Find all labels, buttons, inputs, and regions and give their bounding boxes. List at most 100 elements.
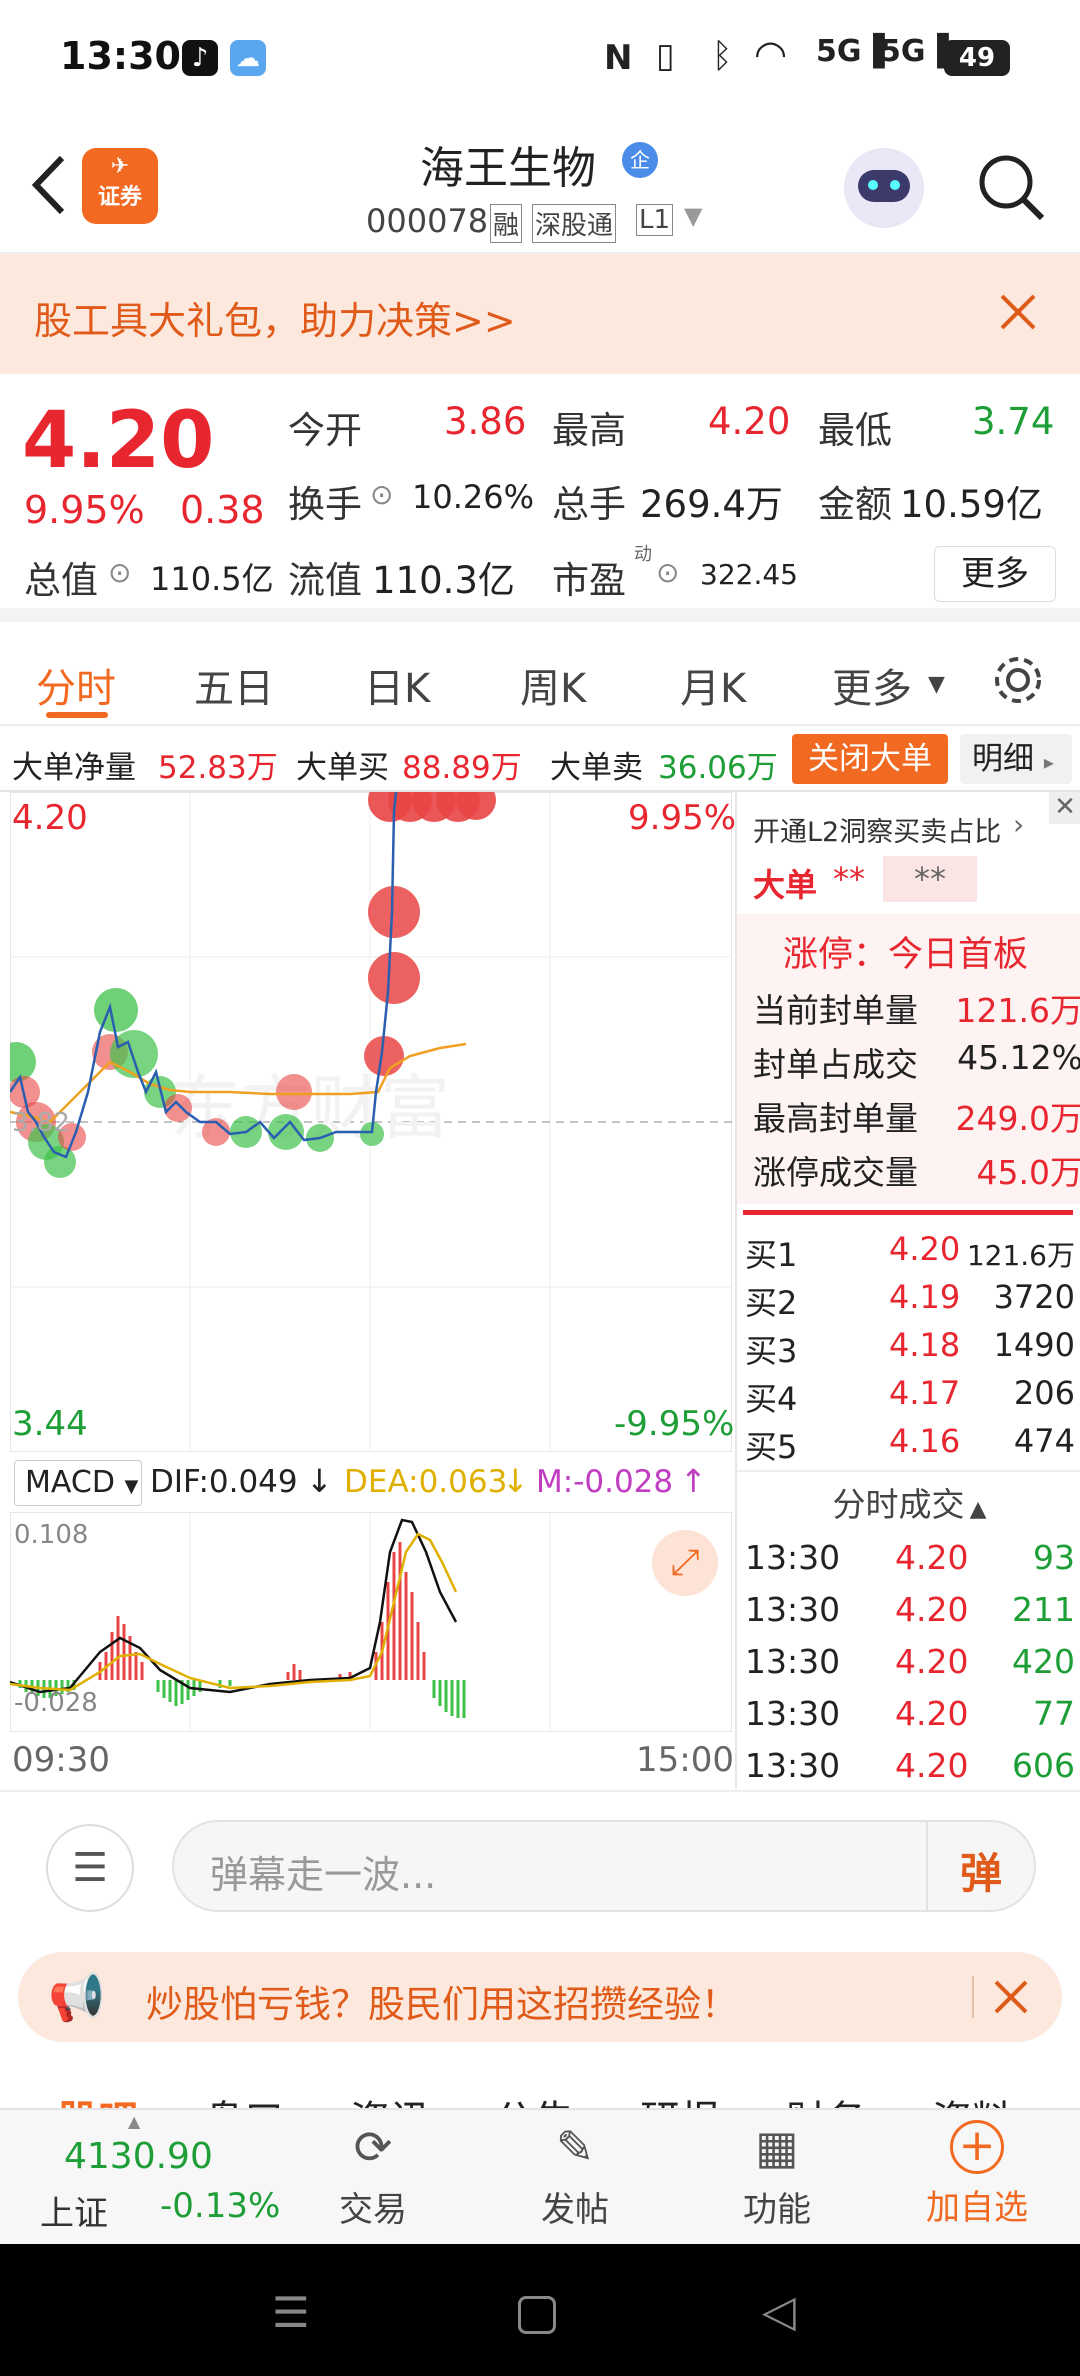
tag-margin: 融: [490, 204, 523, 243]
l2-link[interactable]: 开通L2洞察买卖占比: [753, 810, 1001, 849]
index-change[interactable]: -0.13%: [160, 2186, 280, 2226]
tab-daily-k[interactable]: 日K: [364, 656, 430, 714]
nav-functions[interactable]: ▦ 功能: [722, 2120, 832, 2240]
macd-bottom-value: -0.028: [14, 1688, 98, 1718]
chevron-right-icon: ▸: [1043, 750, 1054, 774]
mktcap-label: 总值: [24, 559, 98, 602]
settings-gear-icon[interactable]: [988, 650, 1048, 710]
trade-row: 13:30 4.20 93: [745, 1538, 1075, 1586]
tiktok-icon: ♪: [182, 40, 218, 76]
tab-more[interactable]: 更多: [832, 656, 912, 714]
divider: [972, 1976, 974, 2018]
promo-text[interactable]: 股工具大礼包，助力决策>>: [34, 290, 516, 345]
tab-guba[interactable]: 股吧: [58, 2088, 138, 2108]
chevron-right-icon[interactable]: ›: [1013, 808, 1024, 841]
menu-icon[interactable]: ☰: [272, 2288, 310, 2337]
broker-logo[interactable]: ✈ 证券: [82, 148, 158, 224]
tab-intraday[interactable]: 分时: [36, 656, 116, 714]
danmu-toggle-button[interactable]: 弹: [960, 1840, 1002, 1901]
trade-volume: 420: [1012, 1642, 1075, 1681]
close-big-order-button[interactable]: 关闭大单: [792, 734, 948, 784]
trade-row: 13:30 4.20 211: [745, 1590, 1075, 1638]
more-button[interactable]: 更多: [934, 546, 1056, 602]
change-amount: 0.38: [180, 488, 265, 532]
bid-row[interactable]: 买2 4.19 3720: [745, 1278, 1075, 1326]
danmu-list-icon[interactable]: ☰: [46, 1824, 134, 1912]
bid-label: 买5: [745, 1428, 798, 1466]
nav-add-watchlist[interactable]: + 加自选: [912, 2120, 1042, 2240]
yen-exchange-icon: ⟳: [353, 2120, 393, 2174]
tab-active-indicator: [46, 712, 108, 718]
bid-row[interactable]: 买5 4.16 474: [745, 1422, 1075, 1470]
back-nav-icon[interactable]: ◁: [762, 2286, 796, 2337]
turnover-value: 10.26%: [412, 478, 535, 516]
close-icon[interactable]: [996, 290, 1040, 334]
close-icon[interactable]: [990, 1976, 1032, 2018]
logo-text: 证券: [97, 185, 142, 210]
caret-up-icon: ▲: [128, 2112, 141, 2131]
ad-text[interactable]: 炒股怕亏钱？股民们用这招攒经验！: [146, 1974, 738, 2028]
pe-superscript: 动: [634, 544, 652, 565]
tab-research[interactable]: 研报: [640, 2088, 720, 2108]
big-value-2: **: [883, 856, 977, 902]
bid-row[interactable]: 买3 4.18 1490: [745, 1326, 1075, 1374]
signal-5g-icon-1: 5G▐: [816, 34, 885, 69]
danmu-input[interactable]: 弹幕走一波... 弹: [172, 1820, 1036, 1912]
promo-banner[interactable]: 股工具大礼包，助力决策>>: [0, 254, 1080, 374]
detail-button[interactable]: 明细 ▸: [960, 734, 1072, 784]
order-book-panel: 开通L2洞察买卖占比 › ✕ 大单 ** ** 涨停：今日首板 当前封单量 12…: [735, 792, 1080, 1788]
trade-list: 13:30 4.20 93 13:30 4.20 211 13:30 4.20 …: [737, 1538, 1080, 1788]
price-chart-svg[interactable]: 东方财富: [10, 792, 732, 1452]
tab-profile[interactable]: 资料: [932, 2088, 1012, 2108]
trades-title: 分时成交: [832, 1485, 965, 1524]
index-name[interactable]: 上证: [40, 2186, 108, 2235]
buy-value: 88.89万: [402, 750, 522, 786]
expand-icon[interactable]: ⤢: [652, 1530, 718, 1596]
trade-row: 13:30 4.20 420: [745, 1642, 1075, 1690]
net-value: 52.83万: [158, 750, 278, 786]
home-icon[interactable]: [518, 2296, 556, 2334]
divider: [926, 1822, 928, 1910]
macd-selector[interactable]: MACD ▼: [14, 1460, 142, 1506]
tab-announcement[interactable]: 公告: [494, 2088, 574, 2108]
limit-up-box: 涨停：今日首板 当前封单量 121.6万 封单占成交 45.12% 最高封单量 …: [737, 914, 1080, 1204]
close-panel-icon[interactable]: ✕: [1049, 792, 1080, 824]
macd-chart-svg[interactable]: [10, 1512, 732, 1732]
search-icon[interactable]: [976, 152, 1046, 222]
bid-row[interactable]: 买1 4.20 121.6万: [745, 1230, 1075, 1278]
tab-five-day[interactable]: 五日: [194, 656, 274, 714]
big-label: 大单: [753, 866, 818, 904]
tab-finance[interactable]: 财务: [786, 2088, 866, 2108]
nav-trade[interactable]: ⟳ 交易: [318, 2120, 428, 2240]
megaphone-icon: 📢: [48, 1970, 106, 2024]
enterprise-badge: 企: [622, 142, 658, 178]
tab-pankou[interactable]: 盘口: [204, 2088, 284, 2108]
robot-assistant-icon[interactable]: [844, 148, 924, 228]
top-price-label: 4.20: [12, 798, 88, 838]
ad-banner[interactable]: 📢 炒股怕亏钱？股民们用这招攒经验！: [18, 1952, 1062, 2042]
amount-value: 10.59亿: [900, 483, 1043, 526]
nav-post[interactable]: ✎ 发帖: [520, 2120, 630, 2240]
tab-monthly-k[interactable]: 月K: [680, 656, 746, 714]
bid-row[interactable]: 买4 4.17 206: [745, 1374, 1075, 1422]
bid-price: 4.16: [889, 1422, 961, 1460]
nav-trade-label: 交易: [339, 2190, 407, 2230]
trades-header[interactable]: 分时成交 ▲: [737, 1478, 1080, 1528]
nav-post-label: 发帖: [541, 2190, 609, 2230]
dropdown-icon[interactable]: ▼: [684, 202, 702, 230]
info-icon[interactable]: ⊙: [370, 478, 393, 511]
intraday-chart[interactable]: 东方财富 4.20 9.95% 3.82 3.44 -9.95% MACD ▼ …: [0, 792, 736, 1788]
add-circle-icon: +: [950, 2120, 1004, 2174]
trade-price: 4.20: [895, 1694, 969, 1733]
info-icon[interactable]: ⊙: [108, 556, 131, 589]
info-icon[interactable]: ⊙: [656, 556, 679, 589]
index-value[interactable]: 4130.90: [64, 2136, 213, 2177]
trade-row: 13:30 4.20 606: [745, 1746, 1075, 1794]
detail-label: 明细: [972, 741, 1034, 777]
tab-weekly-k[interactable]: 周K: [520, 656, 586, 714]
caret-down-icon[interactable]: ▼: [928, 672, 945, 697]
back-icon[interactable]: [24, 150, 74, 220]
tab-news[interactable]: 资讯: [350, 2088, 430, 2108]
pe-value: 322.45: [700, 558, 798, 591]
volume-label: 总手: [552, 483, 626, 526]
